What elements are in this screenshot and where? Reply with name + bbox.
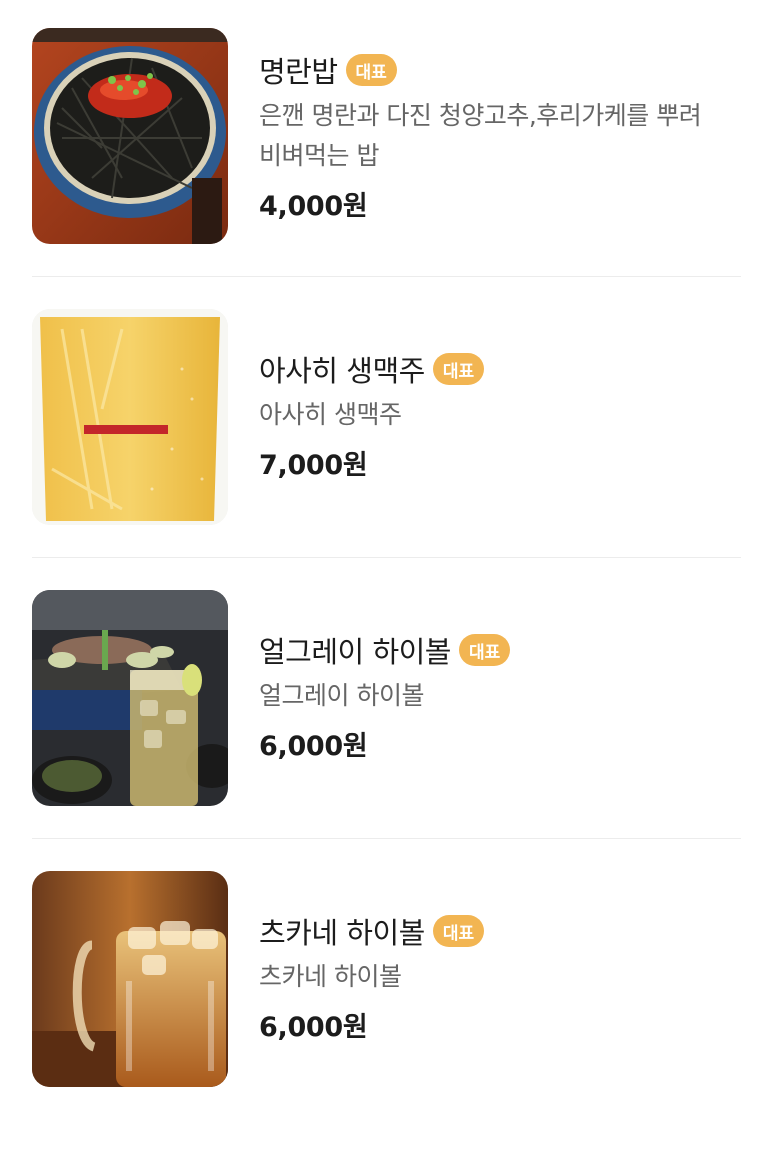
menu-item-info: 얼그레이 하이볼 대표 얼그레이 하이볼 6,000원 [259,628,739,763]
menu-item-info: 아사히 생맥주 대표 아사히 생맥주 7,000원 [259,347,739,482]
menu-item-earl-grey-highball[interactable]: 얼그레이 하이볼 대표 얼그레이 하이볼 6,000원 [0,590,773,871]
menu-item-image [32,590,228,806]
signature-badge: 대표 [432,915,485,947]
menu-item-image [32,28,228,244]
menu-item-description: 은깬 명란과 다진 청양고추,후리가케를 뿌려 비벼먹는 밥 [259,101,702,170]
menu-item-price: 6,000원 [259,1012,368,1043]
rice-bowl-image [32,28,228,244]
menu-item-name: 츠카네 하이볼 [259,916,425,950]
signature-badge: 대표 [458,634,511,666]
menu-item-name: 얼그레이 하이볼 [259,635,451,669]
highball-grill-image [32,590,228,806]
menu-item-image [32,871,228,1087]
divider [32,276,741,277]
divider [32,557,741,558]
menu-item-name: 아사히 생맥주 [259,354,425,388]
menu-item-name-row: 아사히 생맥주 대표 [259,347,739,391]
signature-badge: 대표 [345,54,397,86]
menu-item-image [32,309,228,525]
menu-item-name-row: 츠카네 하이볼 대표 [259,909,739,953]
divider [32,838,741,839]
menu-item-asahi-beer[interactable]: 아사히 생맥주 대표 아사히 생맥주 7,000원 [0,309,773,590]
menu-item-tsukane-highball[interactable]: 츠카네 하이볼 대표 츠카네 하이볼 6,000원 [0,871,773,1152]
menu-item-name-row: 명란밥 대표 [259,48,739,92]
menu-item-price: 4,000원 [259,191,368,222]
menu-item-name-row: 얼그레이 하이볼 대표 [259,628,739,672]
signature-badge: 대표 [432,353,485,385]
menu-item-price: 7,000원 [259,450,368,481]
menu-item-info: 츠카네 하이볼 대표 츠카네 하이볼 6,000원 [259,909,739,1044]
menu-item-info: 명란밥 대표 은깬 명란과 다진 청양고추,후리가케를 뿌려 비벼먹는 밥 4,… [259,48,739,223]
highball-mug-image [32,871,228,1087]
menu-item-name: 명란밥 [259,55,338,89]
menu-item-description: 츠카네 하이볼 [259,962,402,991]
menu-item-price: 6,000원 [259,731,368,762]
menu-list: 명란밥 대표 은깬 명란과 다진 청양고추,후리가케를 뿌려 비벼먹는 밥 4,… [0,0,773,1112]
menu-item-description: 얼그레이 하이볼 [259,681,424,710]
beer-glass-image [32,309,228,525]
menu-item-mentaiko-rice[interactable]: 명란밥 대표 은깬 명란과 다진 청양고추,후리가케를 뿌려 비벼먹는 밥 4,… [0,28,773,309]
menu-item-description: 아사히 생맥주 [259,400,402,429]
